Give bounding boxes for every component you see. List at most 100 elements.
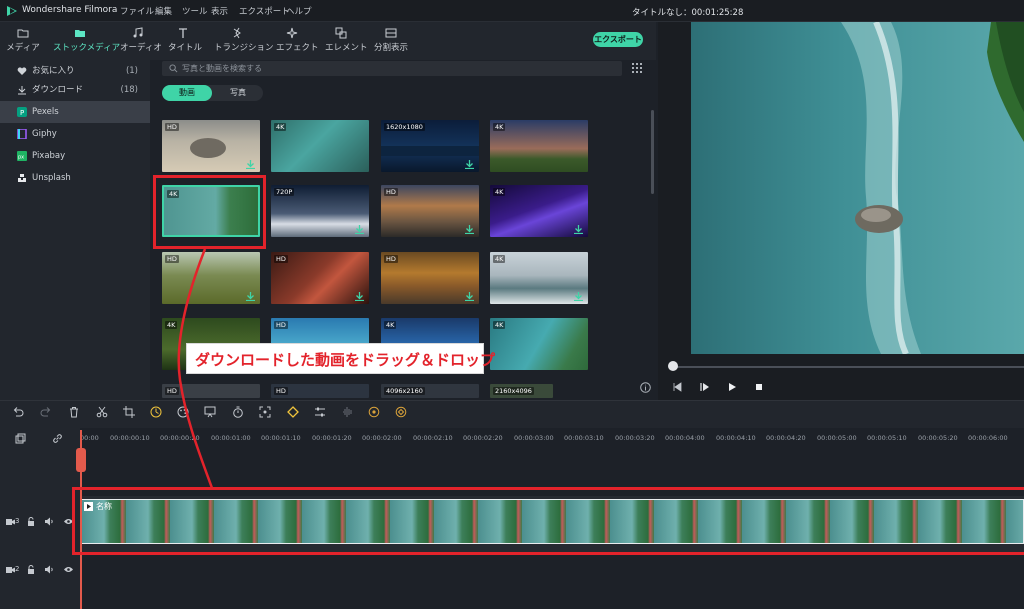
timer-icon[interactable] [232,406,244,418]
menu-file[interactable]: ファイル [120,5,154,17]
resolution-badge: HD [165,387,179,395]
tab-split-screen[interactable]: 分割表示 [373,22,409,60]
download-arrow-icon[interactable] [246,292,255,301]
download-arrow-icon[interactable] [465,292,474,301]
info-icon[interactable] [640,382,651,393]
tab-photo[interactable]: 写真 [214,85,262,101]
download-count: (18) [120,85,138,95]
menu-help[interactable]: ヘルプ [286,5,312,17]
track3-number: 3 [15,517,20,525]
media-scrollbar[interactable] [651,110,654,194]
redo-icon[interactable] [40,406,52,418]
menu-view[interactable]: 表示 [211,5,228,17]
add-track-icon[interactable] [15,433,26,444]
media-thumbnail[interactable]: 4096x2160 [381,384,479,398]
search-input[interactable]: 写真と動画を検索する [162,61,622,76]
menu-export[interactable]: エクスポート [239,5,290,17]
tab-stock-media[interactable]: ストックメディア [53,22,120,60]
download-arrow-icon[interactable] [465,160,474,169]
tab-audio[interactable]: オーディオ [120,22,162,60]
media-thumbnail[interactable]: HD [381,252,479,304]
media-thumbnail[interactable]: HD [162,384,260,398]
sidebar-item-pexels[interactable]: P Pexels [0,101,150,123]
scissors-icon[interactable] [96,406,108,418]
media-thumbnail[interactable]: 2160x4096 [490,384,553,398]
speed-icon[interactable] [150,406,162,418]
green-screen-icon[interactable] [204,406,216,418]
step-forward-icon[interactable] [700,382,710,392]
sidebar-item-pixabay[interactable]: px Pixabay [0,145,150,167]
menu-tools[interactable]: ツール [182,5,208,17]
lock-icon[interactable] [27,565,35,574]
download-arrow-icon[interactable] [355,292,364,301]
media-thumbnail[interactable]: HD [271,384,369,398]
download-arrow-icon[interactable] [574,225,583,234]
grid-view-icon[interactable] [632,63,642,73]
title-bar: Wondershare Filmora ファイル 編集 ツール 表示 エクスポー… [0,0,1024,22]
audio-wave-icon[interactable] [342,406,354,418]
main-toolbar: メディア ストックメディア オーディオ タイトル トランジション エフェクト エ… [0,22,656,60]
link-icon[interactable] [52,433,63,444]
motion-tracking-icon[interactable] [368,406,380,418]
eye-icon[interactable] [64,566,73,573]
sidebar-item-giphy[interactable]: Giphy [0,123,150,145]
trash-icon[interactable] [68,406,80,418]
zoom-fit-icon[interactable] [259,406,271,418]
playhead-handle[interactable] [76,448,86,472]
media-thumbnail[interactable]: 1620x1080 [381,120,479,172]
tab-title[interactable]: タイトル [168,22,202,60]
export-button[interactable]: エクスポート [593,32,643,47]
menu-edit[interactable]: 編集 [155,5,172,17]
tab-media-label: メディア [6,43,40,53]
svg-text:P: P [20,109,24,117]
ruler-tick: 00:00:05:00 [817,434,857,442]
media-thumbnail[interactable]: 4K [490,318,588,370]
adjust-sliders-icon[interactable] [314,406,326,418]
annotation-highlight-thumbnail [153,175,266,249]
pixabay-logo-icon: px [17,151,27,161]
resolution-badge: 4K [493,255,506,263]
tab-video[interactable]: 動画 [162,85,212,101]
resolution-badge: HD [384,255,398,263]
crop-icon[interactable] [123,406,135,418]
sidebar-item-pexels-label: Pexels [32,107,59,117]
speaker-icon[interactable] [45,517,54,526]
media-thumbnail[interactable]: 4K [271,120,369,172]
speaker-icon[interactable] [45,565,54,574]
step-back-icon[interactable] [672,382,682,392]
undo-icon[interactable] [12,406,24,418]
lock-icon[interactable] [27,517,35,526]
color-palette-icon[interactable] [177,406,189,418]
music-note-icon [133,27,143,38]
sidebar-item-download[interactable]: ダウンロード (18) [0,79,150,101]
timeline-ruler[interactable]: 00:00 00:00:00:10 00:00:00:20 00:00:01:0… [80,428,1024,448]
preview-progress-knob[interactable] [668,361,678,371]
tab-effect-label: エフェクト [276,43,319,53]
media-thumbnail[interactable]: 720P [271,185,369,237]
download-arrow-icon[interactable] [355,225,364,234]
download-arrow-icon[interactable] [574,292,583,301]
download-arrow-icon[interactable] [246,160,255,169]
keyframe-icon[interactable] [287,406,299,418]
heart-icon [17,67,27,75]
download-arrow-icon[interactable] [465,225,474,234]
tab-transition[interactable]: トランジション [214,22,274,60]
tab-element[interactable]: エレメント [325,22,368,60]
auto-reframe-icon[interactable] [395,406,407,418]
tab-effect[interactable]: エフェクト [276,22,319,60]
media-thumbnail[interactable]: HD [271,252,369,304]
ruler-tick: 00:00:03:20 [615,434,655,442]
media-thumbnail[interactable]: 4K [490,252,588,304]
media-thumbnail[interactable]: HD [381,185,479,237]
media-thumbnail[interactable]: HD [162,252,260,304]
annotation-callout-text: ダウンロードした動画をドラッグ＆ドロップ [195,351,496,369]
tab-media[interactable]: メディア [6,22,40,60]
stop-icon[interactable] [754,382,764,392]
media-thumbnail[interactable]: 4K [490,120,588,172]
timeline-track-2[interactable] [80,552,1024,609]
preview-progress-bar[interactable] [672,366,1024,368]
media-thumbnail[interactable]: HD [162,120,260,172]
sidebar-item-unsplash[interactable]: Unsplash [0,167,150,189]
play-icon[interactable] [727,382,737,392]
media-thumbnail[interactable]: 4K [490,185,588,237]
